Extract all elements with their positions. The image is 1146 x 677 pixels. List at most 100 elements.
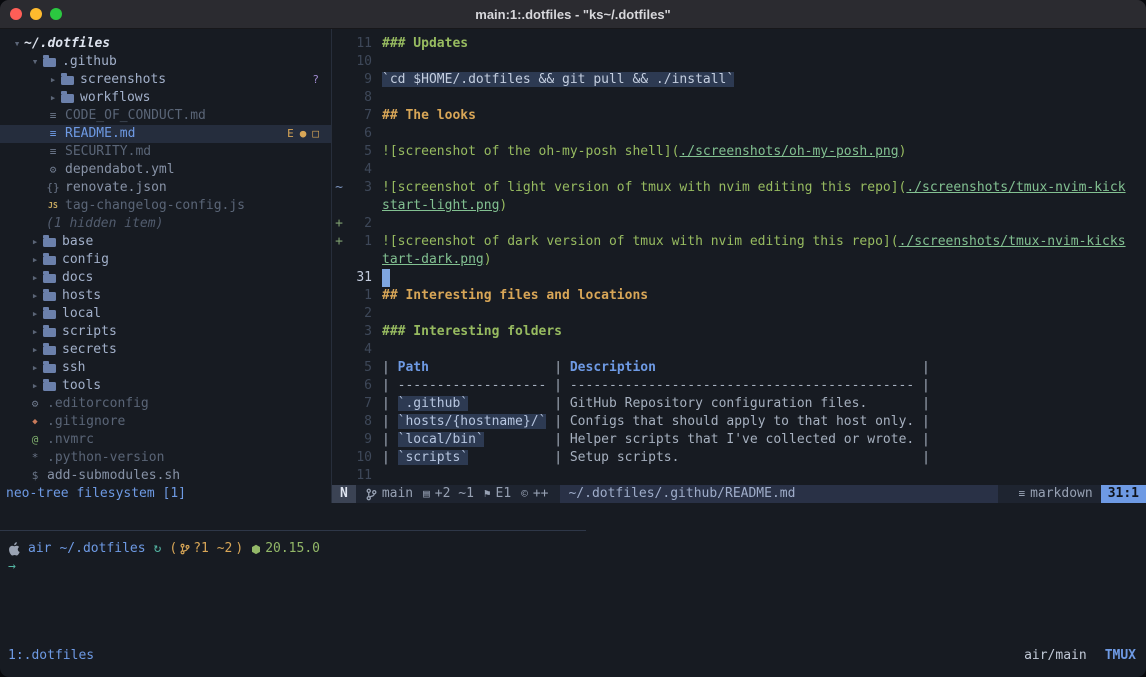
line-number: 1 [346, 233, 382, 251]
editor-line[interactable]: +1![screenshot of dark version of tmux w… [332, 233, 1146, 251]
tree-item-label: screenshots [80, 71, 166, 89]
copilot-icon: © [521, 485, 528, 503]
tree-item-base[interactable]: ▸ base [0, 233, 331, 251]
editor-pane[interactable]: 11### Updates 10 9`cd $HOME/.dotfiles &&… [332, 29, 1146, 503]
editor-line[interactable]: 3### Interesting folders [332, 323, 1146, 341]
tree-item-local[interactable]: ▸ local [0, 305, 331, 323]
editor-line[interactable]: 1## Interesting files and locations [332, 287, 1146, 305]
diff-icon: ▤ [423, 485, 430, 503]
editor-line[interactable]: ~3![screenshot of light version of tmux … [332, 179, 1146, 197]
tree-item-secrets[interactable]: ▸secrets [0, 341, 331, 359]
gutter-sign [332, 341, 346, 359]
markdown-icon: ≡ [46, 125, 60, 143]
expander-icon[interactable]: ▸ [28, 323, 42, 341]
git-diff-segment: ▤ +2 ~1 [423, 485, 474, 503]
neotree-panel[interactable]: ▾~/.dotfiles▾.github▸screenshots?▸workfl… [0, 29, 332, 503]
tree-item-tools[interactable]: ▸tools [0, 377, 331, 395]
editor-line[interactable]: 2 [332, 305, 1146, 323]
editor-line[interactable]: 31 [332, 269, 1146, 287]
tree-item-badges: ? [312, 71, 319, 89]
editor-buffer[interactable]: 11### Updates 10 9`cd $HOME/.dotfiles &&… [332, 35, 1146, 485]
tree-item-1-hidden-item[interactable]: (1 hidden item) [0, 215, 331, 233]
expander-icon[interactable]: ▸ [28, 269, 42, 287]
tree-item-tag-changelog-config-js[interactable]: JStag-changelog-config.js [0, 197, 331, 215]
editor-line[interactable]: 5| Path | Description | [332, 359, 1146, 377]
editor-line[interactable]: 8| `hosts/{hostname}/` | Configs that sh… [332, 413, 1146, 431]
tree-item-code-of-conduct-md[interactable]: ≡CODE_OF_CONDUCT.md [0, 107, 331, 125]
zoom-window-button[interactable] [50, 8, 62, 20]
editor-line[interactable]: 7## The looks [332, 107, 1146, 125]
expander-icon[interactable]: ▾ [10, 35, 24, 53]
expander-icon[interactable]: ▸ [46, 89, 60, 107]
git-open-paren: ( [169, 540, 177, 558]
tree-item-github[interactable]: ▾.github [0, 53, 331, 71]
prompt-input-line[interactable]: → [8, 558, 1146, 576]
shell-prompt[interactable]: air ~/.dotfiles ↻ ( ?1 ~2 ) 20.15.0 [8, 540, 1146, 558]
window-title: main:1:.dotfiles - "ks~/.dotfiles" [0, 7, 1146, 22]
braces-icon: {} [46, 179, 60, 197]
editor-line[interactable]: 8 [332, 89, 1146, 107]
editor-line[interactable]: 4 [332, 341, 1146, 359]
editor-line[interactable]: 5![screenshot of the oh-my-posh shell](.… [332, 143, 1146, 161]
expander-icon[interactable]: ▸ [28, 233, 42, 251]
editor-line[interactable]: 10 [332, 53, 1146, 71]
line-text: tart-dark.png) [382, 251, 492, 269]
tree-item-renovate-json[interactable]: {}renovate.json [0, 179, 331, 197]
python-icon: * [28, 449, 42, 467]
tmux-badge: TMUX [1105, 647, 1136, 665]
editor-line[interactable]: 9`cd $HOME/.dotfiles && git pull && ./in… [332, 71, 1146, 89]
editor-line[interactable]: 4 [332, 161, 1146, 179]
tree-item-gitignore[interactable]: ◆.gitignore [0, 413, 331, 431]
editor-line[interactable]: 6 [332, 125, 1146, 143]
titlebar[interactable]: main:1:.dotfiles - "ks~/.dotfiles" [0, 0, 1146, 29]
line-number: 6 [346, 377, 382, 395]
copilot-segment: © ++ [521, 485, 548, 503]
js-icon: JS [46, 197, 60, 215]
minimize-window-button[interactable] [30, 8, 42, 20]
editor-line[interactable]: 6| ------------------- | ---------------… [332, 377, 1146, 395]
expander-icon[interactable]: ▸ [28, 287, 42, 305]
tree-item-readme-md[interactable]: ≡README.mdE●□ [0, 125, 331, 143]
editor-line[interactable]: +2 [332, 215, 1146, 233]
editor-line[interactable]: 11### Updates [332, 35, 1146, 53]
expander-icon[interactable]: ▸ [28, 305, 42, 323]
expander-icon[interactable]: ▸ [28, 377, 42, 395]
tree-item-config[interactable]: ▸config [0, 251, 331, 269]
editor-line[interactable]: 7| `.github` | GitHub Repository configu… [332, 395, 1146, 413]
terminal-window: main:1:.dotfiles - "ks~/.dotfiles" ▾~/.d… [0, 0, 1146, 677]
tree-item-add-submodules-sh[interactable]: $add-submodules.sh [0, 467, 331, 485]
line-text: | Path | Description | [382, 359, 930, 377]
expander-icon[interactable]: ▸ [28, 359, 42, 377]
expander-icon[interactable]: ▸ [28, 251, 42, 269]
diagnostics-icon: ⚑ [484, 485, 491, 503]
tree-item-label: local [62, 305, 101, 323]
editor-line[interactable]: 9| `local/bin` | Helper scripts that I'v… [332, 431, 1146, 449]
cursor-position: 31:1 [1101, 485, 1146, 503]
tree-item-python-version[interactable]: *.python-version [0, 449, 331, 467]
tree-item-editorconfig[interactable]: ⚙.editorconfig [0, 395, 331, 413]
close-window-button[interactable] [10, 8, 22, 20]
tree-item-label: README.md [65, 125, 135, 143]
tree-item-dotfiles[interactable]: ▾~/.dotfiles [0, 35, 331, 53]
editor-line[interactable]: 11 [332, 467, 1146, 485]
expander-icon[interactable]: ▸ [28, 341, 42, 359]
diagnostics-count: E1 [496, 485, 512, 503]
tree-item-dependabot-yml[interactable]: ⚙dependabot.yml [0, 161, 331, 179]
tree-item-scripts[interactable]: ▸scripts [0, 323, 331, 341]
editor-line[interactable]: tart-dark.png) [332, 251, 1146, 269]
expander-icon[interactable]: ▸ [46, 71, 60, 89]
tree-item-nvmrc[interactable]: @.nvmrc [0, 431, 331, 449]
tree-item-label: base [62, 233, 93, 251]
expander-icon[interactable]: ▾ [28, 53, 42, 71]
tree-item-screenshots[interactable]: ▸ screenshots? [0, 71, 331, 89]
traffic-lights [10, 0, 62, 28]
tree-item-workflows[interactable]: ▸workflows [0, 89, 331, 107]
tree-item-label: ssh [62, 359, 85, 377]
editor-line[interactable]: start-light.png) [332, 197, 1146, 215]
tmux-window-label[interactable]: 1:.dotfiles [8, 647, 94, 665]
editor-line[interactable]: 10| `scripts` | Setup scripts. | [332, 449, 1146, 467]
tree-item-security-md[interactable]: ≡SECURITY.md [0, 143, 331, 161]
tree-item-docs[interactable]: ▸docs [0, 269, 331, 287]
tree-item-hosts[interactable]: ▸hosts [0, 287, 331, 305]
tree-item-ssh[interactable]: ▸ ssh [0, 359, 331, 377]
